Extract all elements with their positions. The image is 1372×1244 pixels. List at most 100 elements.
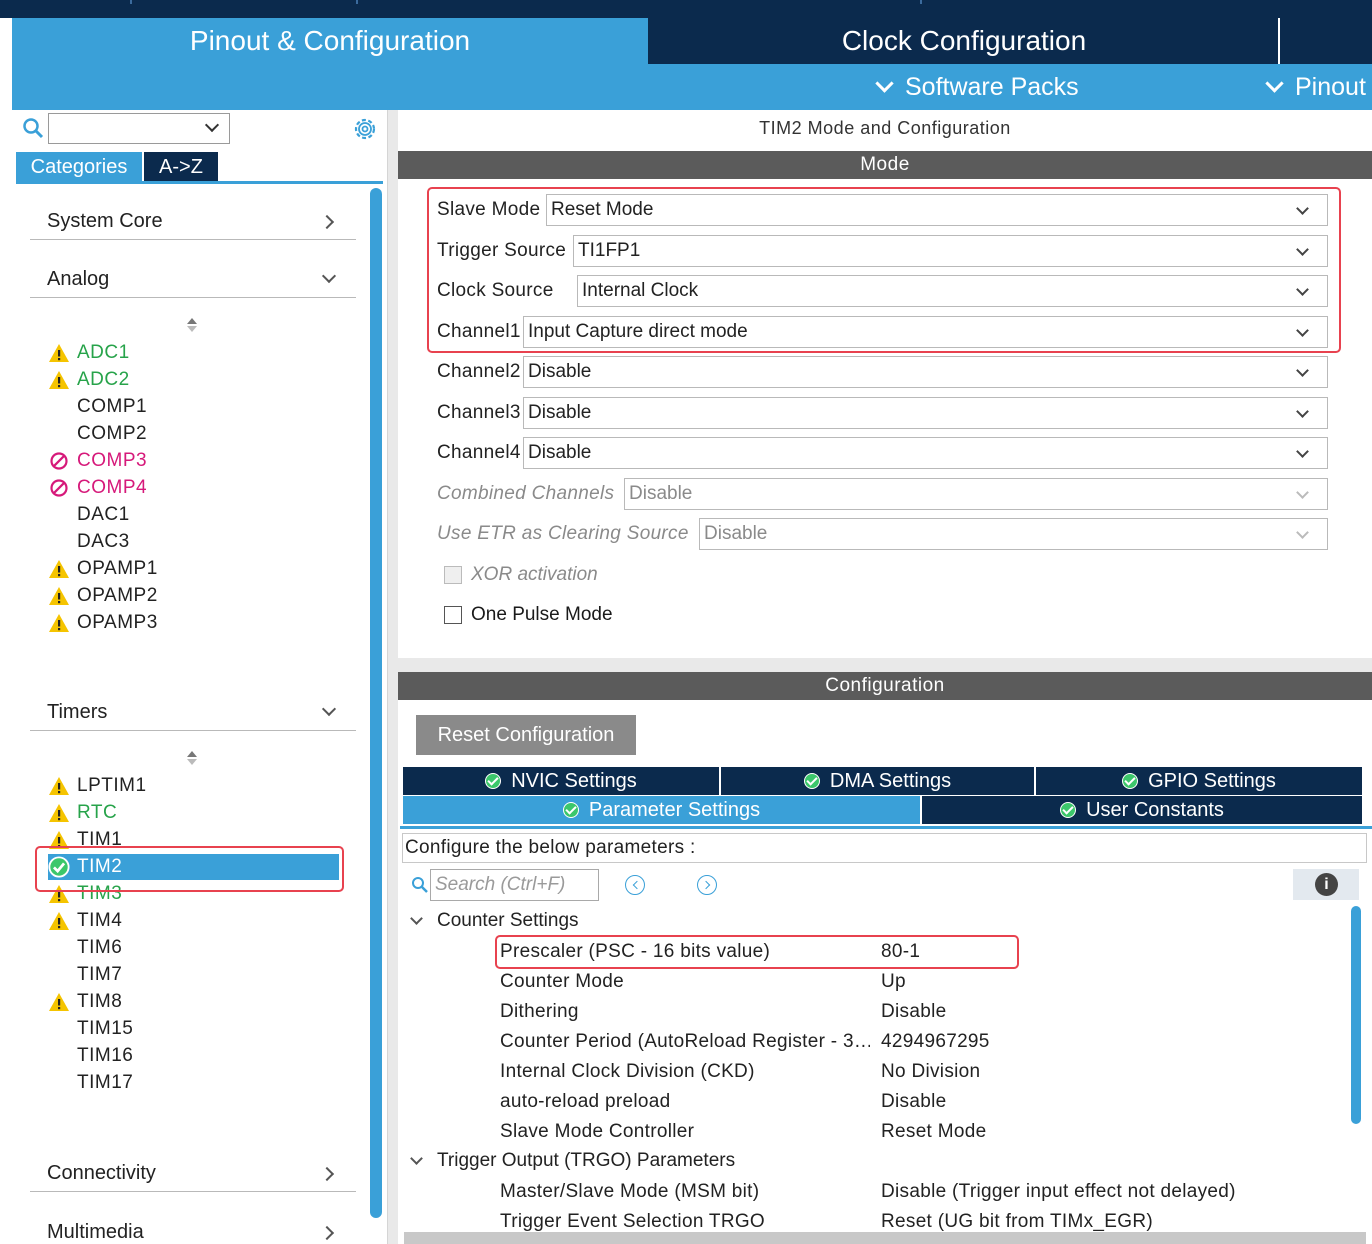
chevron-down-icon — [321, 701, 337, 717]
param-value[interactable]: Up — [881, 971, 906, 993]
param-row[interactable]: Counter Mode Up — [500, 969, 1360, 995]
group-trgo-parameters[interactable]: Trigger Output (TRGO) Parameters — [410, 1148, 735, 1174]
search-icon — [412, 877, 428, 893]
param-row[interactable]: Master/Slave Mode (MSM bit) Disable (Trig… — [500, 1179, 1360, 1205]
info-icon: i — [1315, 873, 1338, 896]
param-row[interactable]: Counter Period (AutoReload Register - 3…… — [500, 1029, 1360, 1055]
list-item-tim15[interactable]: TIM15 — [48, 1016, 133, 1042]
channel4-select[interactable]: Disable — [523, 437, 1328, 469]
list-item-tim6[interactable]: TIM6 — [48, 935, 122, 961]
search-icon[interactable] — [22, 117, 44, 139]
component-search-input[interactable] — [48, 113, 230, 144]
param-name: Trigger Event Selection TRGO — [500, 1211, 766, 1232]
blocked-icon — [48, 477, 70, 499]
chevron-down-icon — [1296, 486, 1309, 499]
list-item-rtc[interactable]: RTC — [48, 800, 117, 826]
warning-icon — [48, 802, 70, 824]
left-scrollbar[interactable] — [370, 188, 382, 1218]
param-row[interactable]: auto-reload preload Disable — [500, 1089, 1360, 1115]
group-counter-settings[interactable]: Counter Settings — [410, 908, 579, 934]
list-item-dac1[interactable]: DAC1 — [48, 502, 130, 528]
list-item-adc1[interactable]: ADC1 — [48, 340, 130, 366]
section-timers[interactable]: Timers — [30, 691, 356, 731]
list-item-lptim1[interactable]: LPTIM1 — [48, 773, 147, 799]
next-match-icon[interactable] — [697, 875, 717, 895]
list-item-tim4[interactable]: TIM4 — [48, 908, 122, 934]
pinout-menu[interactable]: Pinout — [1265, 64, 1366, 110]
section-analog[interactable]: Analog — [30, 258, 356, 298]
section-separator[interactable] — [398, 658, 1372, 672]
warning-icon — [48, 910, 70, 932]
list-item-label: COMP2 — [77, 423, 148, 444]
tab-dma-settings[interactable]: DMA Settings — [721, 767, 1034, 795]
param-value[interactable]: Disable — [881, 1001, 946, 1023]
sort-icon[interactable] — [186, 750, 198, 766]
channel2-select[interactable]: Disable — [523, 356, 1328, 388]
list-item-comp1[interactable]: COMP1 — [48, 394, 147, 420]
chevron-down-icon[interactable] — [204, 117, 220, 133]
chevron-down-icon — [1296, 405, 1309, 418]
configure-label: Configure the below parameters : — [402, 833, 1367, 863]
list-item-opamp1[interactable]: OPAMP1 — [48, 556, 158, 582]
parameter-scrollbar[interactable] — [1351, 906, 1361, 1124]
tab-underline — [16, 181, 383, 184]
list-item-comp4[interactable]: COMP4 — [48, 475, 147, 501]
list-item-comp2[interactable]: COMP2 — [48, 421, 147, 447]
chevron-right-icon — [319, 1225, 335, 1241]
param-row[interactable]: Internal Clock Division (CKD) No Division — [500, 1059, 1360, 1085]
list-item-tim8[interactable]: TIM8 — [48, 989, 122, 1015]
list-item-dac3[interactable]: DAC3 — [48, 529, 130, 555]
param-value[interactable]: Reset (UG bit from TIMx_EGR) — [881, 1211, 1153, 1233]
info-button[interactable]: i — [1293, 869, 1359, 900]
list-item-label: TIM15 — [77, 1018, 134, 1039]
section-system-core[interactable]: System Core — [30, 200, 356, 240]
param-value[interactable]: Reset Mode — [881, 1121, 986, 1143]
software-packs-menu[interactable]: Software Packs — [875, 64, 1079, 110]
warning-icon — [48, 342, 70, 364]
param-name: Slave Mode Controller — [500, 1121, 695, 1142]
list-item-tim7[interactable]: TIM7 — [48, 962, 122, 988]
one-pulse-mode-checkbox[interactable]: One Pulse Mode — [444, 603, 613, 627]
list-item-tim16[interactable]: TIM16 — [48, 1043, 133, 1069]
param-row[interactable]: Dithering Disable — [500, 999, 1360, 1025]
tab-gpio-settings[interactable]: GPIO Settings — [1036, 767, 1362, 795]
channel4-label: Channel4 — [437, 442, 521, 463]
param-value[interactable]: 4294967295 — [881, 1031, 990, 1053]
section-multimedia[interactable]: Multimedia — [30, 1210, 356, 1244]
param-name: auto-reload preload — [500, 1091, 671, 1112]
param-value[interactable]: Disable (Trigger input effect not delaye… — [881, 1181, 1236, 1203]
param-row[interactable]: Slave Mode Controller Reset Mode — [500, 1119, 1360, 1145]
list-item-opamp3[interactable]: OPAMP3 — [48, 610, 158, 636]
horizontal-scrollbar[interactable] — [404, 1232, 1366, 1244]
parameter-search-input[interactable]: Search (Ctrl+F) — [430, 869, 599, 901]
tab-parameter-settings[interactable]: Parameter Settings — [403, 796, 920, 824]
chevron-down-icon — [1296, 526, 1309, 539]
list-item-label: TIM6 — [77, 937, 123, 958]
xor-activation-checkbox: XOR activation — [444, 563, 598, 587]
list-item-adc2[interactable]: ADC2 — [48, 367, 130, 393]
list-item-label: ADC1 — [77, 342, 130, 363]
param-value[interactable]: No Division — [881, 1061, 980, 1083]
list-item-label: OPAMP3 — [77, 612, 158, 633]
section-connectivity[interactable]: Connectivity — [30, 1152, 356, 1192]
tab-user-constants[interactable]: User Constants — [922, 796, 1362, 824]
tab-nvic-settings[interactable]: NVIC Settings — [403, 767, 719, 795]
param-value[interactable]: Disable — [881, 1091, 946, 1113]
channel3-select[interactable]: Disable — [523, 397, 1328, 429]
list-item-label: COMP3 — [77, 450, 148, 471]
tab-a-to-z[interactable]: A->Z — [144, 152, 218, 182]
list-item-opamp2[interactable]: OPAMP2 — [48, 583, 158, 609]
highlight-tim2 — [35, 846, 344, 892]
main-tabs: Pinout & Configuration Clock Configurati… — [12, 18, 1372, 64]
reset-configuration-button[interactable]: Reset Configuration — [416, 715, 636, 755]
previous-match-icon[interactable] — [625, 875, 645, 895]
tab-categories[interactable]: Categories — [16, 152, 142, 182]
sort-icon[interactable] — [186, 317, 198, 333]
panel-splitter[interactable] — [388, 110, 398, 1244]
tab-pinout-configuration[interactable]: Pinout & Configuration — [12, 18, 648, 64]
list-item-tim17[interactable]: TIM17 — [48, 1070, 133, 1096]
mode-header: Mode — [398, 151, 1372, 179]
list-item-comp3[interactable]: COMP3 — [48, 448, 147, 474]
tab-clock-configuration[interactable]: Clock Configuration — [650, 18, 1280, 64]
gear-icon[interactable] — [352, 116, 378, 142]
